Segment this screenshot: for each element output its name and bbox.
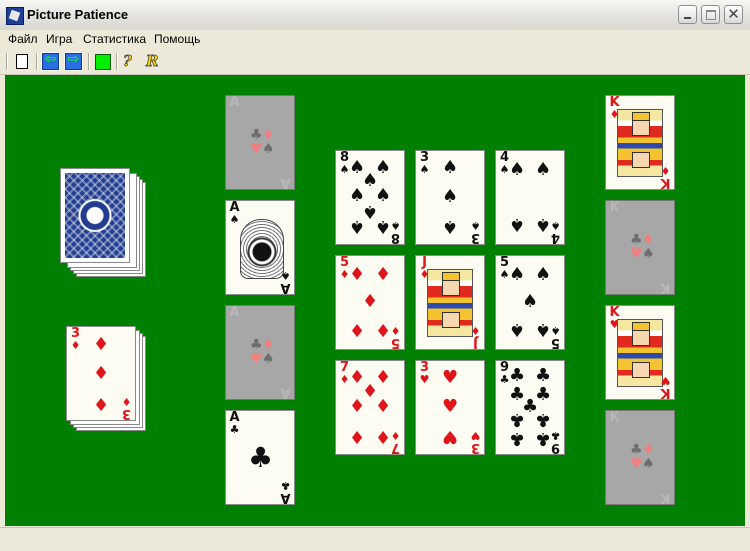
close-button[interactable]: ✕ [724,5,743,24]
window-title: Picture Patience [27,7,129,22]
king-portrait [617,319,663,387]
king-of-hearts-card[interactable]: K ♥ K ♥ [605,305,675,400]
king-of-diamonds-card[interactable]: K ♦ K ♦ [605,95,675,190]
r-icon: R [146,52,159,71]
menu-help[interactable]: Помощь [154,32,200,46]
redo-button[interactable]: ⇨ [64,51,83,71]
tableau-card-3-hearts[interactable]: 3 ♥ ♥ ♥ ♥ 3 ♥ [415,360,485,455]
status-bar [0,527,750,551]
king-slot-placeholder[interactable]: K ♣ ♦ ♥ ♠ K [605,200,675,295]
arrow-right-icon: ⇨ [67,51,80,67]
card-back-pattern [65,173,125,258]
menu-file[interactable]: Файл [8,32,38,46]
toolbar-separator [116,53,118,70]
arrow-left-icon: ⇦ [44,51,57,67]
title-bar: Picture Patience ✕ [0,0,750,31]
menu-game[interactable]: Игра [46,32,72,46]
tableau-card-5-diamonds[interactable]: 5 ♦ ♦ ♦ ♦ ♦ ♦ 5 ♦ [335,255,405,350]
maximize-button[interactable] [701,5,720,24]
close-icon: ✕ [727,5,740,23]
tableau-card-5-spades[interactable]: 5 ♠ ♠ ♠ ♠ ♠ ♠ 5 ♠ [495,255,565,350]
help-button[interactable]: ? [121,52,140,71]
card-back[interactable] [60,168,130,263]
king-portrait [617,109,663,177]
minimize-button[interactable] [678,5,697,24]
tableau-card-9-clubs[interactable]: 9 ♣ ♣ ♣ ♣ ♣ ♣ ♣ ♣ ♣ ♣ 9 ♣ [495,360,565,455]
ace-of-clubs-card[interactable]: A ♣ ♣ A ♣ [225,410,295,505]
tableau-card-jack-diamonds[interactable]: J ♦ J ♦ [415,255,485,350]
tableau-card-8-spades[interactable]: 8 ♠ ♠ ♠ ♠ ♠ ♠ ♠ ♠ ♠ 8 ♠ [335,150,405,245]
toolbar-separator [88,53,90,70]
ace-slot-placeholder[interactable]: A ♣ ♦ ♥ ♠ A [225,95,295,190]
jack-portrait [427,269,473,337]
menu-statistics[interactable]: Статистика [83,32,146,46]
green-square-button[interactable] [93,52,112,71]
new-game-button[interactable] [12,52,31,71]
tableau-card-7-diamonds[interactable]: 7 ♦ ♦ ♦ ♦ ♦ ♦ ♦ ♦ 7 ♦ [335,360,405,455]
toolbar-separator [36,53,38,70]
waste-card[interactable]: 3 ♦ ♦ ♦ ♦ 3 ♦ [66,326,136,421]
ace-slot-placeholder[interactable]: A ♣ ♦ ♥ ♠ A [225,305,295,400]
toolbar: ⇦ ⇨ ? R [0,49,750,75]
replay-button[interactable]: R [144,52,163,71]
undo-button[interactable]: ⇦ [41,51,60,71]
tableau-card-3-spades[interactable]: 3 ♠ ♠ ♠ ♠ 3 ♠ [415,150,485,245]
ace-of-spades-card[interactable]: A ♠ A ♠ [225,200,295,295]
toolbar-separator [6,53,8,70]
ornate-spade-icon [240,219,284,279]
menu-bar: Файл Игра Статистика Помощь [0,30,750,49]
app-icon [6,7,24,25]
tableau-card-4-spades[interactable]: 4 ♠ ♠ ♠ ♠ ♠ 4 ♠ [495,150,565,245]
question-icon: ? [123,52,132,71]
king-slot-placeholder[interactable]: K ♣ ♦ ♥ ♠ K [605,410,675,505]
